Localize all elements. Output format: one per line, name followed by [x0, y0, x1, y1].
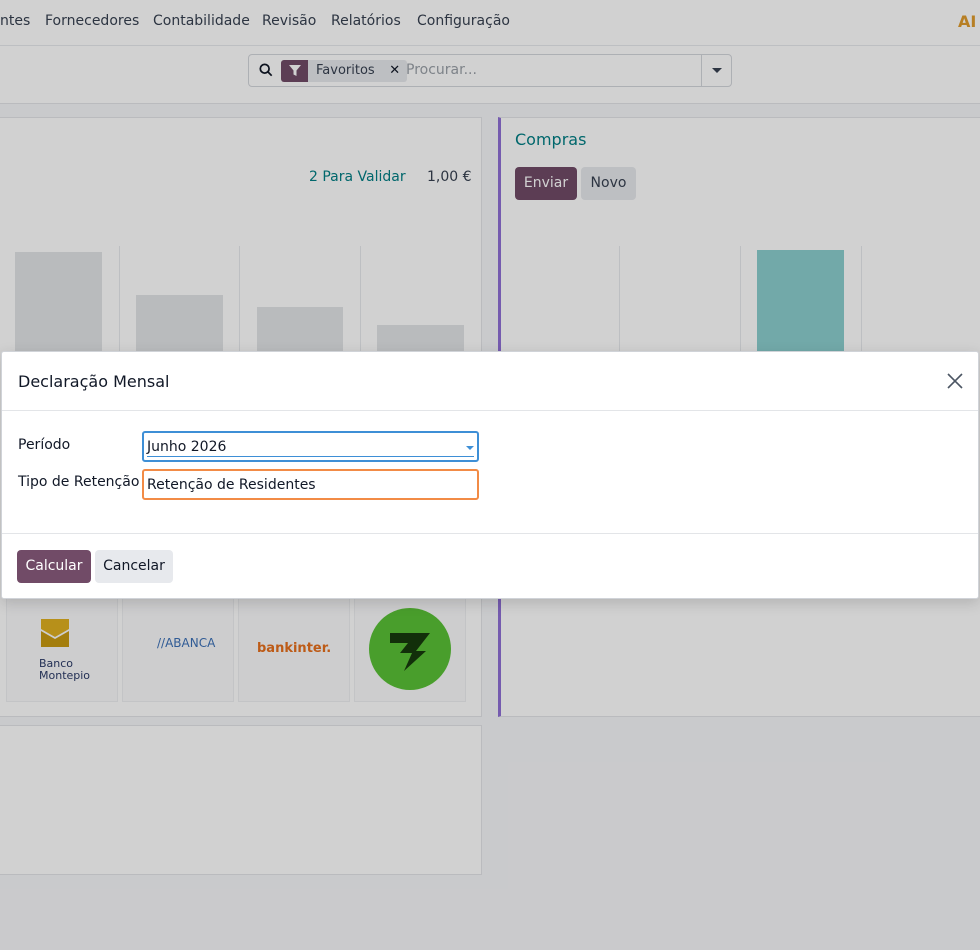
- modal-header: Declaração Mensal: [2, 352, 978, 411]
- monthly-declaration-dialog: Declaração Mensal Período Junho 2026 Tip…: [1, 351, 979, 599]
- modal-footer: Calcular Cancelar: [2, 533, 978, 599]
- caret-down-icon: [466, 446, 474, 450]
- periodo-select[interactable]: Junho 2026: [142, 431, 479, 462]
- calcular-button[interactable]: Calcular: [17, 550, 91, 583]
- periodo-label: Período: [18, 437, 71, 453]
- periodo-value: Junho 2026: [147, 439, 227, 455]
- cancelar-button[interactable]: Cancelar: [95, 550, 173, 583]
- modal-title: Declaração Mensal: [18, 372, 170, 391]
- close-icon[interactable]: [946, 372, 964, 390]
- tipo-retencao-select[interactable]: Retenção de Residentes: [142, 469, 479, 500]
- tipo-retencao-label: Tipo de Retenção: [18, 474, 140, 490]
- tipo-retencao-value: Retenção de Residentes: [147, 477, 316, 493]
